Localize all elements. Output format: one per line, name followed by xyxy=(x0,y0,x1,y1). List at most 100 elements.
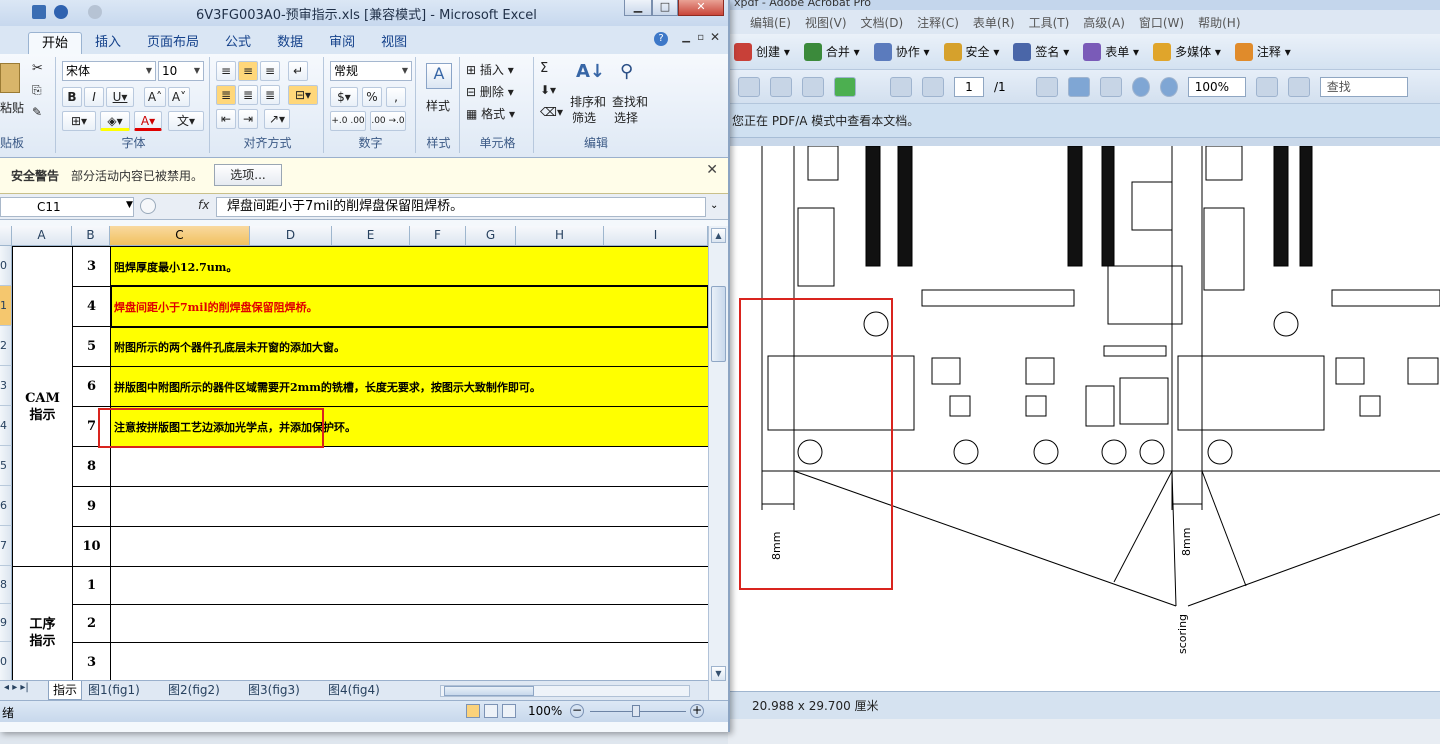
row-header[interactable]: 4 xyxy=(0,406,12,446)
page-break-view-icon[interactable] xyxy=(502,704,516,718)
fill-color-button[interactable]: ◈▾ xyxy=(100,111,130,131)
prev-page-icon[interactable] xyxy=(890,76,912,97)
shrink-font-button[interactable]: A˅ xyxy=(168,87,190,107)
find-select-icon[interactable]: ⚲ xyxy=(620,61,646,87)
ribbon-tab[interactable]: 公式 xyxy=(212,32,264,54)
sheet-tab[interactable]: 图2(fig2) xyxy=(168,681,220,700)
sheet-tab[interactable]: 图1(fig1) xyxy=(88,681,140,700)
column-header[interactable]: A xyxy=(12,226,72,246)
sheet-nav-icons[interactable]: ◂ ▸ ▸| xyxy=(4,682,29,693)
security-options-button[interactable]: 选项... xyxy=(214,164,282,186)
styles-icon[interactable]: A xyxy=(426,63,452,89)
close-button[interactable]: ✕ xyxy=(678,0,724,16)
acrobat-menu-item[interactable]: 窗口(W) xyxy=(1139,14,1184,31)
acrobat-task-button[interactable]: 表单 ▾ xyxy=(1083,42,1139,61)
upload-icon[interactable] xyxy=(834,76,856,97)
comma-button[interactable]: , xyxy=(386,87,406,107)
close-icon[interactable]: ✕ xyxy=(706,162,718,178)
workbook-close-icon[interactable]: ✕ xyxy=(710,30,720,44)
column-header[interactable]: F xyxy=(410,226,466,246)
scroll-down-button[interactable]: ▼ xyxy=(711,666,726,681)
instruction-cell[interactable]: 焊盘间距小于7mil的削焊盘保留阻焊桥。 xyxy=(110,286,708,327)
name-box[interactable]: C11 xyxy=(0,197,134,217)
decrease-decimal-button[interactable]: .00 →.0 xyxy=(370,111,406,131)
row-header[interactable]: 9 xyxy=(0,604,12,642)
fill-button[interactable]: ⬇▾ xyxy=(540,83,556,97)
find-input[interactable]: 查找 xyxy=(1319,76,1408,97)
currency-button[interactable]: $▾ xyxy=(330,87,358,107)
zoom-in-icon[interactable] xyxy=(1159,76,1178,97)
font-color-button[interactable]: A▾ xyxy=(134,111,162,131)
wrap-text-button[interactable]: ↵ xyxy=(288,61,308,81)
align-middle-button[interactable]: ≡ xyxy=(238,61,258,81)
align-bottom-button[interactable]: ≡ xyxy=(260,61,280,81)
scroll-thumb[interactable] xyxy=(711,286,726,362)
acrobat-task-button[interactable]: 安全 ▾ xyxy=(943,42,999,61)
ribbon-tab[interactable]: 开始 xyxy=(28,32,83,54)
horizontal-scroll-thumb[interactable] xyxy=(444,686,534,696)
decrease-indent-button[interactable]: ⇤ xyxy=(216,109,236,129)
acrobat-menu-item[interactable]: 视图(V) xyxy=(805,14,847,31)
normal-view-icon[interactable] xyxy=(466,704,480,718)
undo-icon[interactable] xyxy=(54,5,68,19)
zoom-slider-thumb[interactable] xyxy=(632,705,640,717)
zoom-tool-icon[interactable] xyxy=(1099,76,1122,97)
find-select-label2[interactable]: 选择 xyxy=(614,109,638,126)
fit-page-icon[interactable] xyxy=(1255,76,1278,97)
instruction-cell[interactable]: 附图所示的两个器件孔底层未开窗的添加大窗。 xyxy=(110,326,708,367)
ribbon-tab[interactable]: 审阅 xyxy=(316,32,368,54)
row-header[interactable]: 2 xyxy=(0,326,12,366)
acrobat-task-button[interactable]: 多媒体 ▾ xyxy=(1153,42,1221,61)
align-top-button[interactable]: ≡ xyxy=(216,61,236,81)
paste-label[interactable]: 粘贴 xyxy=(0,99,24,116)
row-header[interactable]: 1 xyxy=(0,286,12,326)
copy-icon[interactable]: ⎘ xyxy=(32,83,42,98)
print-icon[interactable] xyxy=(738,76,760,97)
email-icon[interactable] xyxy=(802,76,824,97)
instruction-cell[interactable] xyxy=(110,446,708,487)
align-left-button[interactable]: ≣ xyxy=(216,85,236,105)
help-icon[interactable]: ? xyxy=(654,32,668,46)
vertical-scrollbar[interactable]: ▲ ▼ xyxy=(708,226,728,700)
zoom-out-button[interactable]: − xyxy=(570,704,584,718)
acrobat-task-button[interactable]: 合并 ▾ xyxy=(803,42,860,61)
sheet-tab[interactable]: 指示 xyxy=(48,681,83,700)
maximize-button[interactable]: □ xyxy=(652,0,678,16)
instruction-cell[interactable] xyxy=(110,642,708,680)
find-select-label[interactable]: 查找和 xyxy=(612,93,648,110)
ribbon-minimize-icon[interactable]: ▁ xyxy=(682,32,690,43)
column-header[interactable]: E xyxy=(332,226,410,246)
acrobat-task-button[interactable]: 签名 ▾ xyxy=(1013,42,1069,61)
save-icon[interactable] xyxy=(770,76,792,97)
acrobat-menu-item[interactable]: 注释(C) xyxy=(917,14,959,31)
column-header[interactable]: G xyxy=(466,226,516,246)
bold-button[interactable]: B xyxy=(62,87,82,107)
clear-button[interactable]: ⌫▾ xyxy=(540,105,563,119)
format-painter-icon[interactable]: ✎ xyxy=(32,105,42,119)
worksheet-grid[interactable]: A B C D E F G H I 0 1 2 3 4 5 6 7 8 9 0 CAM 指示 工序 指示 3 阻焊厚度最小12… xyxy=(0,226,708,680)
font-name-combo[interactable]: 宋体 ▼ xyxy=(62,61,156,81)
acrobat-task-button[interactable]: 注释 ▾ xyxy=(1234,42,1291,61)
acrobat-menu-item[interactable]: 工具(T) xyxy=(1029,14,1070,31)
column-header[interactable]: I xyxy=(604,226,708,246)
ribbon-tab[interactable]: 视图 xyxy=(368,32,420,54)
ribbon-tab[interactable]: 插入 xyxy=(82,32,134,54)
merge-center-button[interactable]: ⊟▾ xyxy=(288,85,318,105)
page-number-input[interactable]: 1 xyxy=(954,76,984,97)
acrobat-task-button[interactable]: 创建 ▾ xyxy=(734,42,790,61)
acrobat-menu-item[interactable]: 高级(A) xyxy=(1083,14,1125,31)
row-header[interactable]: 3 xyxy=(0,366,12,406)
sort-filter-label[interactable]: 排序和 xyxy=(570,93,606,110)
underline-button[interactable]: U▾ xyxy=(106,87,134,107)
acrobat-menu-item[interactable]: 帮助(H) xyxy=(1198,14,1240,31)
row-header[interactable]: 0 xyxy=(0,246,12,286)
minimize-button[interactable]: ▁ xyxy=(624,0,652,16)
acrobat-task-button[interactable]: 协作 ▾ xyxy=(873,42,930,61)
font-size-combo[interactable]: 10 ▼ xyxy=(158,61,204,81)
number-format-combo[interactable]: 常规 ▼ xyxy=(330,61,412,81)
increase-indent-button[interactable]: ⇥ xyxy=(238,109,258,129)
format-cells-button[interactable]: ▦ 格式 ▾ xyxy=(466,105,515,122)
select-tool-icon[interactable] xyxy=(1035,76,1058,97)
expand-formula-icon[interactable]: ⌄ xyxy=(710,200,718,211)
instruction-cell[interactable] xyxy=(110,604,708,643)
